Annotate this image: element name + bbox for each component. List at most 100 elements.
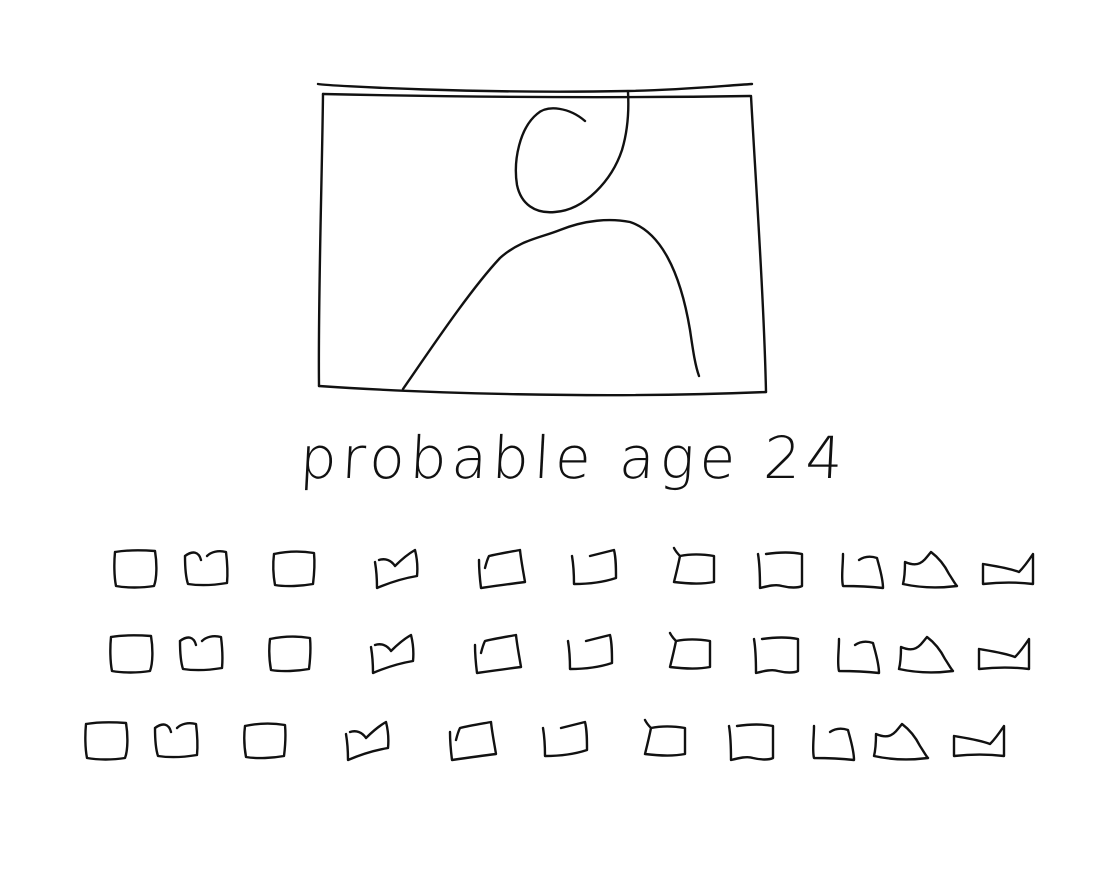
thumbnail-outline [113, 549, 158, 589]
thumbnail-outline [897, 635, 955, 674]
thumbnail-slot[interactable] [153, 720, 199, 760]
frame-placeholder-icon [981, 552, 1035, 586]
thumbnail-outline [570, 548, 618, 586]
frame-placeholder-icon [570, 548, 618, 586]
thumbnail-slot[interactable] [752, 633, 800, 675]
frame-placeholder-icon [369, 633, 415, 675]
thumbnail-outline [668, 631, 712, 670]
thumbnail-outline [752, 636, 800, 675]
thumbnail-outline [981, 552, 1035, 586]
thumbnail-slot[interactable] [872, 720, 930, 761]
thumbnail-slot[interactable] [471, 633, 523, 675]
thumbnail-slot[interactable] [541, 720, 589, 760]
thumbnail-outline [183, 550, 229, 587]
thumbnail-slot[interactable] [835, 633, 881, 675]
frame-placeholder-icon [643, 718, 687, 757]
thumbnail-outline [109, 634, 154, 674]
thumbnail-outline [178, 635, 224, 672]
thumbnail-slot[interactable] [810, 720, 856, 762]
frame-placeholder-icon [566, 633, 614, 671]
frame-placeholder-icon [901, 550, 959, 589]
frame-placeholder-icon [752, 636, 800, 675]
thumbnail-outline [952, 724, 1006, 758]
thumbnail-outline [566, 633, 614, 671]
frame-placeholder-icon [178, 635, 224, 672]
frame-placeholder-icon [448, 720, 498, 762]
frame-placeholder-icon [872, 722, 930, 761]
thumbnail-slot[interactable] [639, 718, 687, 760]
frame-placeholder-icon [840, 552, 885, 590]
frame-placeholder-icon [84, 721, 129, 761]
thumbnail-outline [727, 723, 775, 762]
thumbnail-outline [84, 721, 129, 761]
frame-placeholder-icon [811, 724, 856, 762]
thumbnail-slot[interactable] [83, 720, 129, 761]
thumbnail-outline [756, 551, 804, 590]
thumbnail-outline [643, 718, 687, 757]
thumbnail-slot[interactable] [241, 720, 287, 760]
thumbnail-slot[interactable] [570, 548, 618, 588]
thumbnail-slot[interactable] [108, 633, 154, 674]
thumbnail-slot[interactable] [446, 720, 498, 762]
thumbnail-outline [811, 724, 856, 762]
thumbnail-slot[interactable] [369, 633, 415, 675]
frame-placeholder-icon [756, 551, 804, 590]
frame-placeholder-icon [113, 549, 158, 589]
person-silhouette-icon [401, 90, 701, 391]
frame-placeholder-icon [897, 635, 955, 674]
thumbnail-slot[interactable] [897, 633, 955, 674]
thumbnail-slot[interactable] [566, 633, 614, 673]
frame-placeholder-icon [344, 720, 390, 762]
frame-placeholder-icon [672, 546, 716, 585]
frame-placeholder-icon [727, 723, 775, 762]
thumbnail-outline [901, 550, 959, 589]
thumbnail-slot[interactable] [981, 548, 1035, 588]
thumbnail-slot[interactable] [727, 720, 775, 762]
thumbnail-outline [268, 635, 312, 673]
thumbnail-outline [369, 633, 415, 675]
frame-placeholder-icon [952, 724, 1006, 758]
photo-frame [316, 82, 768, 397]
frame-placeholder-icon [541, 720, 589, 758]
thumbnail-outline [344, 720, 390, 762]
thumbnail-slot[interactable] [183, 548, 229, 588]
thumbnail-slot[interactable] [112, 548, 158, 589]
thumbnail-outline [836, 637, 881, 675]
thumbnail-slot[interactable] [839, 548, 885, 590]
frame-placeholder-icon [373, 548, 419, 590]
thumbnail-slot[interactable] [270, 548, 316, 588]
frame-placeholder-icon [183, 550, 229, 587]
thumbnail-outline [373, 548, 419, 590]
frame-placeholder-icon [668, 631, 712, 670]
thumbnail-outline [473, 633, 523, 675]
thumbnail-slot[interactable] [373, 548, 419, 590]
thumbnail-slot[interactable] [178, 633, 224, 673]
frame-placeholder-icon [272, 550, 316, 588]
thumbnail-outline [448, 720, 498, 762]
thumbnail-outline [477, 548, 527, 590]
thumbnail-slot[interactable] [901, 548, 959, 589]
thumbnail-slot[interactable] [977, 633, 1031, 673]
frame-placeholder-icon [243, 722, 287, 760]
thumbnail-slot[interactable] [475, 548, 527, 590]
frame-placeholder-icon [977, 637, 1031, 671]
thumbnail-outline [840, 552, 885, 590]
thumbnail-slot[interactable] [266, 633, 312, 673]
thumbnail-outline [541, 720, 589, 758]
frame-placeholder-icon [268, 635, 312, 673]
frame-placeholder-icon [473, 633, 523, 675]
age-caption: probable age 24 [298, 424, 850, 492]
thumbnail-outline [243, 722, 287, 760]
frame-placeholder-icon [153, 722, 199, 759]
thumbnail-slot[interactable] [344, 720, 390, 762]
thumbnail-outline [272, 550, 316, 588]
frame-placeholder-icon [836, 637, 881, 675]
thumbnail-outline [672, 546, 716, 585]
thumbnail-slot[interactable] [668, 546, 716, 588]
frame-placeholder-icon [477, 548, 527, 590]
frame-placeholder-icon [109, 634, 154, 674]
thumbnail-slot[interactable] [664, 631, 712, 673]
thumbnail-slot[interactable] [756, 548, 804, 590]
thumbnail-outline [153, 722, 199, 759]
thumbnail-slot[interactable] [952, 720, 1006, 760]
